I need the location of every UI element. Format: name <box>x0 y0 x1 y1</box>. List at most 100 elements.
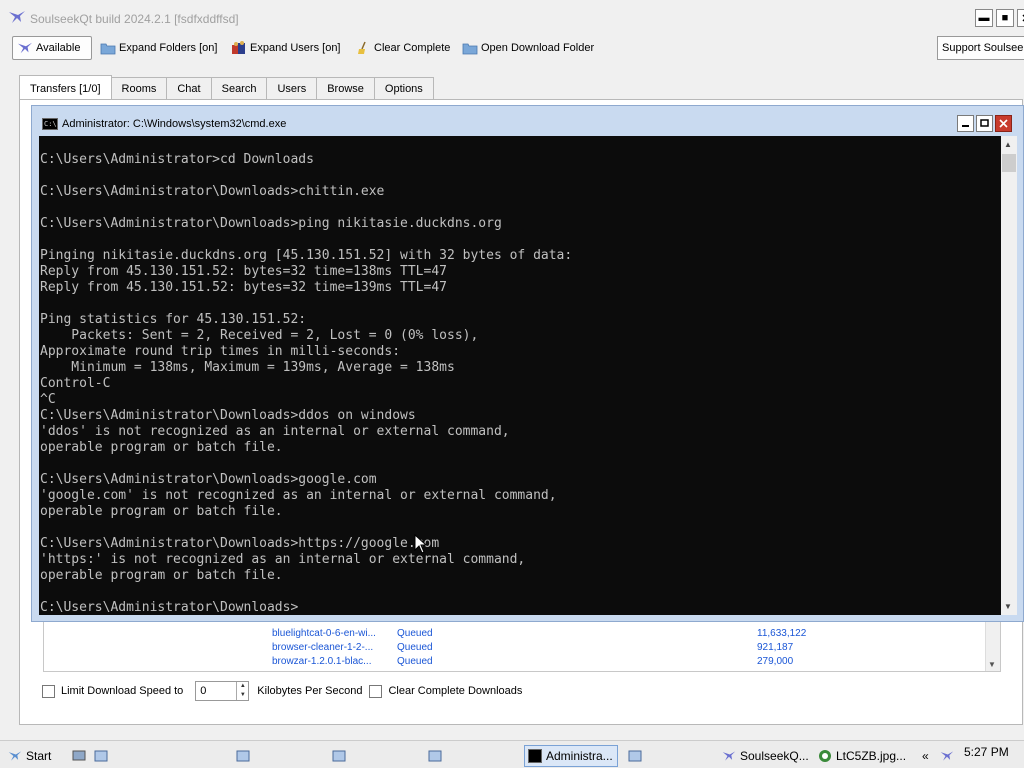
console-line: ^C <box>40 392 56 407</box>
console-line: Packets: Sent = 2, Received = 2, Lost = … <box>40 328 479 343</box>
cmd-scrollbar[interactable]: ▲ ▼ <box>1001 136 1017 615</box>
console-line: 'ddos' is not recognized as an internal … <box>40 424 510 439</box>
folder-icon <box>462 43 478 55</box>
downloads-list[interactable]: bluelightcat-0-6-en-wi... Queued 11,633,… <box>43 618 1001 672</box>
maximize-icon <box>980 119 989 127</box>
tab-rooms[interactable]: Rooms <box>111 77 168 100</box>
cmd-icon <box>528 749 542 763</box>
size: 921,187 <box>757 642 794 653</box>
tab-transfers[interactable]: Transfers [1/0] <box>19 75 112 101</box>
quicklaunch-explorer[interactable] <box>94 745 112 767</box>
tab-options[interactable]: Options <box>374 77 434 100</box>
expand-users-button[interactable]: Expand Users [on] <box>231 36 341 60</box>
cmd-minimize-button[interactable] <box>957 115 974 132</box>
desktop-icon <box>72 750 86 761</box>
list-scrollbar[interactable]: ▼ <box>985 619 1000 671</box>
start-button[interactable]: Start <box>8 745 51 767</box>
console-line: operable program or batch file. <box>40 568 283 583</box>
start-label: Start <box>26 749 52 763</box>
taskbar-soulseek-button[interactable]: SoulseekQ... <box>722 745 809 767</box>
users-icon <box>232 41 245 54</box>
close-button[interactable]: ✕ <box>1017 9 1024 27</box>
taskbar-cmd-button[interactable]: Administra... <box>524 745 618 767</box>
console-text: C:\Users\Administrator>cd Downloads C:\U… <box>40 136 1001 615</box>
minimize-button[interactable]: ▬ <box>975 9 993 27</box>
window-icon <box>236 750 250 762</box>
cmd-titlebar[interactable]: C:\ Administrator: C:\Windows\system32\c… <box>32 106 1023 136</box>
console-line: Minimum = 138ms, Maximum = 139ms, Averag… <box>40 360 455 375</box>
window-icon <box>94 750 108 762</box>
console-line: C:\Users\Administrator\Downloads>google.… <box>40 472 377 487</box>
quicklaunch-desktop[interactable] <box>72 745 90 767</box>
table-row[interactable]: browser-cleaner-1-2-... Queued 921,187 <box>44 642 986 656</box>
console-line: operable program or batch file. <box>40 440 283 455</box>
tray-app-icon[interactable] <box>428 745 446 767</box>
cmd-maximize-button[interactable] <box>976 115 993 132</box>
available-status-button[interactable]: Available <box>12 36 92 60</box>
cmd-icon: C:\ <box>42 118 58 130</box>
soulseek-bird-icon <box>940 751 954 761</box>
speed-input[interactable]: 0 ▲ ▼ <box>195 681 250 701</box>
size: 11,633,122 <box>757 628 807 639</box>
speed-value: 0 <box>200 685 207 697</box>
file-name: browzar-1.2.0.1-blac... <box>272 656 372 667</box>
console-line: Pinging nikitasie.duckdns.org [45.130.15… <box>40 248 573 263</box>
clear-complete-button[interactable]: Clear Complete <box>355 36 450 60</box>
maximize-button[interactable]: ■ <box>996 9 1014 27</box>
tray-app-icon[interactable] <box>332 745 350 767</box>
taskbar-soulseek-label: SoulseekQ... <box>740 749 809 763</box>
window-icon <box>332 750 346 762</box>
taskbar-image-button[interactable]: LtC5ZB.jpg... <box>818 745 906 767</box>
tab-search[interactable]: Search <box>211 77 268 100</box>
clear-complete-downloads-checkbox[interactable] <box>369 684 383 698</box>
scroll-down-icon[interactable]: ▼ <box>1004 602 1012 611</box>
scroll-thumb[interactable] <box>1002 154 1016 172</box>
tab-browse[interactable]: Browse <box>317 77 375 100</box>
taskbar-image-label: LtC5ZB.jpg... <box>836 749 907 763</box>
tray-overflow-button[interactable]: « <box>922 745 929 767</box>
console-line: C:\Users\Administrator\Downloads>https:/… <box>40 536 440 551</box>
limit-speed-checkbox[interactable] <box>42 684 55 698</box>
file-name: bluelightcat-0-6-en-wi... <box>272 628 376 639</box>
table-row[interactable]: bluelightcat-0-6-en-wi... Queued 11,633,… <box>44 628 986 642</box>
console-line: 'https:' is not recognized as an interna… <box>40 552 526 567</box>
taskbar: Start Administra... SoulseekQ... LtC5ZB.… <box>0 740 1024 768</box>
limit-speed-label: Limit Download Speed to <box>61 685 184 697</box>
tab-chat[interactable]: Chat <box>167 77 212 100</box>
toolbar: Available Expand Folders [on] Expand Use… <box>0 34 1024 62</box>
clear-complete-label: Clear Complete <box>374 42 451 54</box>
speed-unit-label: Kilobytes Per Second <box>257 685 363 697</box>
soulseek-bird-icon <box>9 11 25 23</box>
cmd-close-button[interactable] <box>995 115 1012 132</box>
console-output[interactable]: C:\Users\Administrator>cd Downloads C:\U… <box>39 136 1001 615</box>
expand-folders-button[interactable]: Expand Folders [on] <box>100 36 217 60</box>
table-row[interactable]: browzar-1.2.0.1-blac... Queued 279,000 <box>44 656 986 670</box>
tab-users[interactable]: Users <box>267 77 318 100</box>
tray-soulseek-icon[interactable] <box>940 745 958 767</box>
clock: 5:27 PM <box>964 745 1009 759</box>
soulseek-bird-icon <box>18 42 32 54</box>
open-download-folder-label: Open Download Folder <box>481 42 595 54</box>
status: Queued <box>397 642 433 653</box>
scroll-up-icon[interactable]: ▲ <box>1004 140 1012 149</box>
speed-spinner[interactable]: ▲ ▼ <box>236 682 248 700</box>
support-soulseek-button[interactable]: Support Soulseek <box>937 36 1024 60</box>
minimize-icon <box>962 125 969 127</box>
cmd-window[interactable]: C:\ Administrator: C:\Windows\system32\c… <box>31 105 1024 622</box>
app-titlebar[interactable]: SoulseekQt build 2024.2.1 [fsdfxddffsd] … <box>0 0 1024 36</box>
tray-app-icon[interactable] <box>236 745 254 767</box>
app-title: SoulseekQt build 2024.2.1 [fsdfxddffsd] <box>30 12 239 26</box>
console-line: operable program or batch file. <box>40 504 283 519</box>
console-line: Ping statistics for 45.130.151.52: <box>40 312 307 327</box>
open-download-folder-button[interactable]: Open Download Folder <box>462 36 594 60</box>
start-bird-icon <box>8 751 22 761</box>
clear-complete-downloads-label: Clear Complete Downloads <box>388 685 523 697</box>
scroll-down-icon[interactable]: ▼ <box>988 660 996 669</box>
tray-app-icon[interactable] <box>628 745 646 767</box>
